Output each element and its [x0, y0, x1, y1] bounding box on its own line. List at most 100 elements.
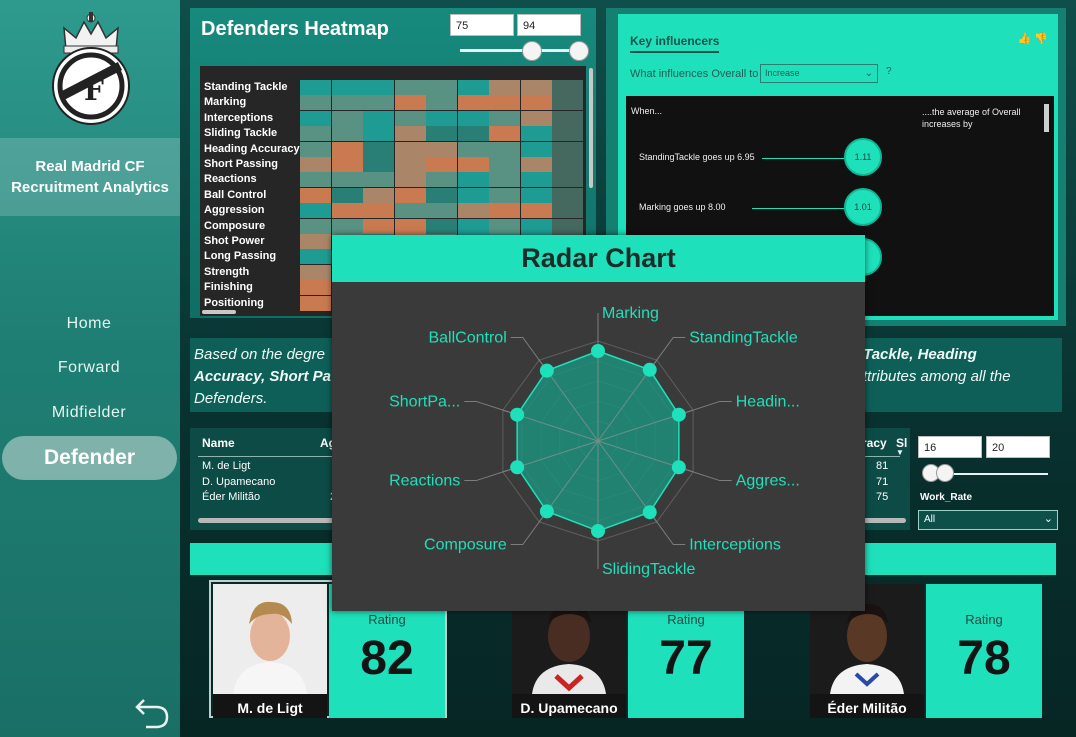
heatmap-cell[interactable] — [300, 218, 331, 234]
heatmap-horizontal-scrollbar[interactable] — [202, 310, 236, 314]
heatmap-cell[interactable] — [363, 172, 394, 188]
heatmap-cell[interactable] — [489, 80, 520, 95]
column-header-name[interactable]: Name — [202, 436, 235, 450]
heatmap-cell[interactable] — [552, 218, 583, 234]
heatmap-cell[interactable] — [300, 95, 331, 111]
heatmap-cell[interactable] — [520, 157, 552, 172]
heatmap-cell[interactable] — [363, 203, 394, 219]
heatmap-cell[interactable] — [300, 110, 331, 126]
radar-point[interactable] — [591, 344, 605, 358]
table-horizontal-scrollbar[interactable] — [198, 518, 348, 523]
heatmap-cell[interactable] — [489, 95, 520, 111]
heatmap-cell[interactable] — [300, 249, 331, 265]
column-header-accuracy[interactable]: racy — [862, 436, 887, 450]
heatmap-cell[interactable] — [363, 110, 394, 126]
heatmap-cell[interactable] — [426, 95, 457, 111]
radar-point[interactable] — [539, 363, 554, 378]
heatmap-cell[interactable] — [552, 80, 583, 95]
ki-target-dropdown[interactable]: Increase ⌄ — [760, 64, 878, 83]
heatmap-cell[interactable] — [552, 187, 583, 203]
heatmap-range-min[interactable]: 75 — [450, 14, 514, 36]
heatmap-cell[interactable] — [394, 141, 426, 157]
heatmap-slider-min-knob[interactable] — [522, 41, 542, 61]
heatmap-cell[interactable] — [394, 172, 426, 188]
heatmap-cell[interactable] — [394, 218, 426, 234]
heatmap-cell[interactable] — [489, 126, 520, 142]
heatmap-cell[interactable] — [300, 126, 331, 142]
heatmap-cell[interactable] — [457, 218, 489, 234]
heatmap-cell[interactable] — [300, 172, 331, 188]
heatmap-cell[interactable] — [457, 141, 489, 157]
heatmap-cell[interactable] — [300, 234, 331, 249]
heatmap-cell[interactable] — [426, 218, 457, 234]
heatmap-cell[interactable] — [300, 187, 331, 203]
table-cell-name[interactable]: D. Upamecano — [202, 476, 275, 488]
heatmap-cell[interactable] — [394, 157, 426, 172]
table-cell-name[interactable]: Éder Militão — [202, 491, 260, 503]
heatmap-cell[interactable] — [300, 280, 331, 296]
nav-defender[interactable]: Defender — [2, 436, 177, 480]
radar-point[interactable] — [539, 504, 554, 519]
heatmap-cell[interactable] — [457, 157, 489, 172]
heatmap-cell[interactable] — [394, 126, 426, 142]
table-horizontal-scrollbar-right[interactable] — [862, 518, 906, 523]
heatmap-cell[interactable] — [552, 126, 583, 142]
heatmap-cell[interactable] — [394, 110, 426, 126]
heatmap-cell[interactable] — [426, 126, 457, 142]
heatmap-cell[interactable] — [520, 203, 552, 219]
heatmap-cell[interactable] — [300, 141, 331, 157]
heatmap-cell[interactable] — [331, 172, 363, 188]
nav-midfielder[interactable]: Midfielder — [0, 398, 178, 428]
heatmap-cell[interactable] — [331, 80, 363, 95]
heatmap-cell[interactable] — [552, 172, 583, 188]
heatmap-cell[interactable] — [363, 187, 394, 203]
heatmap-cell[interactable] — [426, 172, 457, 188]
heatmap-range-max[interactable]: 94 — [517, 14, 581, 36]
heatmap-cell[interactable] — [426, 141, 457, 157]
heatmap-slider-max-knob[interactable] — [569, 41, 589, 61]
heatmap-cell[interactable] — [552, 141, 583, 157]
nav-forward[interactable]: Forward — [0, 353, 178, 383]
ki-influencer-label[interactable]: Marking goes up 8.00 — [639, 202, 726, 212]
heatmap-cell[interactable] — [363, 95, 394, 111]
ki-influencer-label[interactable]: StandingTackle goes up 6.95 — [639, 152, 755, 162]
heatmap-cell[interactable] — [520, 218, 552, 234]
heatmap-cell[interactable] — [457, 110, 489, 126]
heatmap-cell[interactable] — [331, 218, 363, 234]
heatmap-cell[interactable] — [520, 80, 552, 95]
heatmap-cell[interactable] — [300, 264, 331, 280]
heatmap-cell[interactable] — [331, 141, 363, 157]
work-rate-range-max[interactable]: 20 — [986, 436, 1050, 458]
heatmap-cell[interactable] — [394, 203, 426, 219]
heatmap-cell[interactable] — [300, 295, 331, 311]
player-card-photo[interactable]: M. de Ligt — [213, 584, 327, 718]
work-rate-select[interactable]: All ⌄ — [918, 510, 1058, 530]
heatmap-cell[interactable] — [300, 203, 331, 219]
heatmap-cell[interactable] — [489, 157, 520, 172]
heatmap-cell[interactable] — [363, 80, 394, 95]
heatmap-cell[interactable] — [489, 187, 520, 203]
heatmap-cell[interactable] — [300, 80, 331, 95]
heatmap-cell[interactable] — [331, 126, 363, 142]
heatmap-cell[interactable] — [331, 203, 363, 219]
heatmap-cell[interactable] — [489, 218, 520, 234]
heatmap-cell[interactable] — [394, 80, 426, 95]
thumbs-feedback-icon[interactable]: 👍 👎 — [1018, 32, 1048, 45]
heatmap-cell[interactable] — [520, 126, 552, 142]
heatmap-cell[interactable] — [520, 141, 552, 157]
heatmap-cell[interactable] — [363, 126, 394, 142]
heatmap-cell[interactable] — [331, 95, 363, 111]
work-rate-range-min[interactable]: 16 — [918, 436, 982, 458]
heatmap-cell[interactable] — [457, 187, 489, 203]
heatmap-cell[interactable] — [331, 157, 363, 172]
heatmap-vertical-scrollbar[interactable] — [589, 68, 593, 188]
heatmap-cell[interactable] — [457, 126, 489, 142]
tab-key-influencers[interactable]: Key influencers — [630, 34, 720, 53]
heatmap-cell[interactable] — [457, 203, 489, 219]
heatmap-cell[interactable] — [457, 172, 489, 188]
heatmap-cell[interactable] — [552, 110, 583, 126]
work-rate-slider-max-knob[interactable] — [936, 464, 954, 482]
radar-point[interactable] — [642, 362, 657, 377]
heatmap-cell[interactable] — [426, 80, 457, 95]
heatmap-cell[interactable] — [457, 80, 489, 95]
